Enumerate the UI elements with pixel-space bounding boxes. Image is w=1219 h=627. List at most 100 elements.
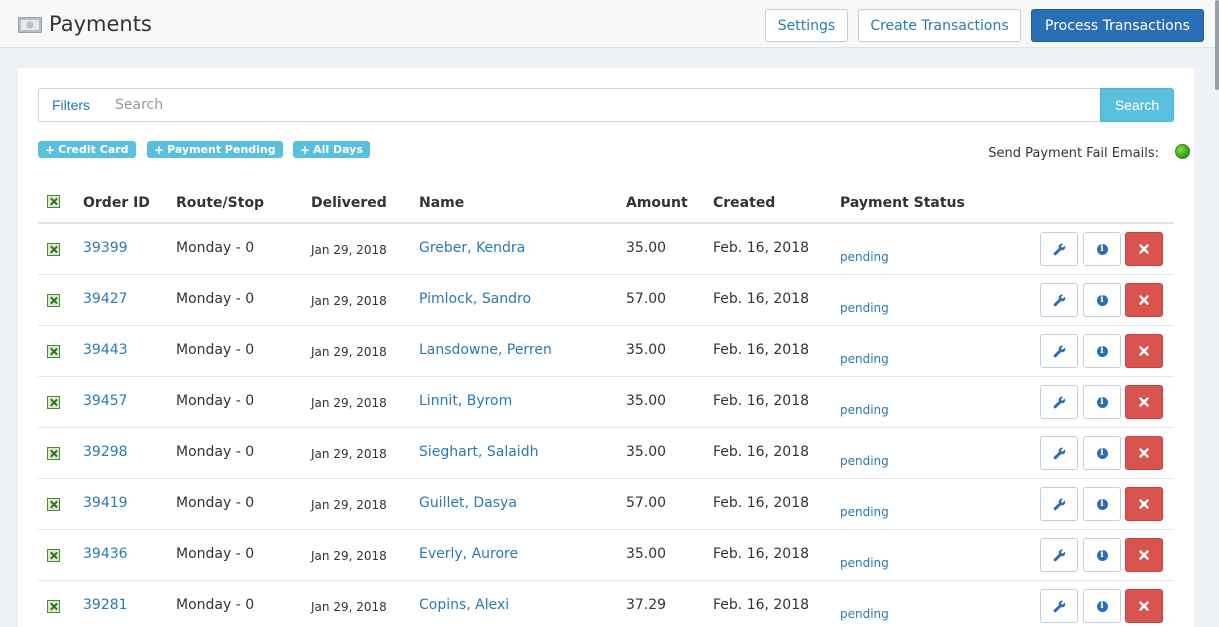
order-id-link[interactable]: 39427 [83,291,128,307]
info-icon: i [1096,243,1108,255]
customer-name-link[interactable]: Lansdowne, Perren [419,342,552,358]
delete-button[interactable] [1125,589,1163,623]
info-button[interactable]: i [1083,589,1121,623]
info-icon: i [1096,396,1108,408]
route-stop: Monday - 0 [176,546,255,562]
info-button[interactable]: i [1083,232,1121,266]
order-id-link[interactable]: 39457 [83,393,128,409]
edit-button[interactable] [1040,232,1078,266]
row-checkbox[interactable] [47,600,60,613]
column-header-payment-status[interactable]: Payment Status [840,195,965,211]
payment-status: pending [840,250,889,264]
edit-button[interactable] [1040,538,1078,572]
info-button[interactable]: i [1083,538,1121,572]
table-row: 39399 Monday - 0 Jan 29, 2018 Greber, Ke… [38,224,1174,275]
edit-button[interactable] [1040,589,1078,623]
table-row: 39419 Monday - 0 Jan 29, 2018 Guillet, D… [38,479,1174,530]
column-header-name[interactable]: Name [419,195,464,211]
order-id-link[interactable]: 39298 [83,444,128,460]
customer-name-link[interactable]: Everly, Aurore [419,546,518,562]
filters-button[interactable]: Filters [38,88,104,122]
order-id-link[interactable]: 39399 [83,240,128,256]
payment-status: pending [840,556,889,570]
wrench-icon [1053,345,1065,357]
search-button[interactable]: Search [1100,88,1174,122]
customer-name-link[interactable]: Linnit, Byrom [419,393,512,409]
info-button[interactable]: i [1083,283,1121,317]
delivered-date: Jan 29, 2018 [311,294,387,308]
column-header-route-stop[interactable]: Route/Stop [176,195,264,211]
wrench-icon [1053,447,1065,459]
delivered-date: Jan 29, 2018 [311,447,387,461]
order-id-link[interactable]: 39419 [83,495,128,511]
info-button[interactable]: i [1083,334,1121,368]
search-input[interactable] [103,88,1101,122]
created-date: Feb. 16, 2018 [713,444,810,460]
table-row: 39427 Monday - 0 Jan 29, 2018 Pimlock, S… [38,275,1174,326]
checkbox-icon [47,600,60,613]
checkbox-icon [47,345,60,358]
process-transactions-button[interactable]: Process Transactions [1031,9,1204,42]
order-id-link[interactable]: 39281 [83,597,128,613]
edit-button[interactable] [1040,487,1078,521]
info-button[interactable]: i [1083,436,1121,470]
info-button[interactable]: i [1083,385,1121,419]
edit-button[interactable] [1040,436,1078,470]
wrench-icon [1053,549,1065,561]
row-checkbox[interactable] [47,498,60,511]
filter-tag-payment-pending[interactable]: + Payment Pending [147,141,283,158]
delete-button[interactable] [1125,283,1163,317]
column-header-delivered[interactable]: Delivered [311,195,387,211]
filter-tag-all-days[interactable]: + All Days [293,141,370,158]
delete-icon [1139,499,1149,509]
created-date: Feb. 16, 2018 [713,291,810,307]
delivered-date: Jan 29, 2018 [311,345,387,359]
customer-name-link[interactable]: Copins, Alexi [419,597,509,613]
row-checkbox[interactable] [47,345,60,358]
info-button[interactable]: i [1083,487,1121,521]
row-checkbox[interactable] [47,396,60,409]
settings-button[interactable]: Settings [765,9,848,42]
customer-name-link[interactable]: Sieghart, Salaidh [419,444,538,460]
page-scrollbar[interactable] [1215,0,1219,90]
delete-button[interactable] [1125,334,1163,368]
amount: 35.00 [626,342,667,358]
checkbox-icon [47,549,60,562]
create-transactions-button[interactable]: Create Transactions [858,9,1021,42]
created-date: Feb. 16, 2018 [713,495,810,511]
delete-button[interactable] [1125,232,1163,266]
amount: 35.00 [626,393,667,409]
row-checkbox[interactable] [47,243,60,256]
delete-icon [1139,346,1149,356]
filter-tag-credit-card[interactable]: + Credit Card [38,141,136,158]
edit-button[interactable] [1040,334,1078,368]
column-header-amount[interactable]: Amount [626,195,688,211]
created-date: Feb. 16, 2018 [713,597,810,613]
row-checkbox[interactable] [47,549,60,562]
table-row: 39436 Monday - 0 Jan 29, 2018 Everly, Au… [38,530,1174,581]
customer-name-link[interactable]: Pimlock, Sandro [419,291,531,307]
select-all-checkbox[interactable] [47,195,60,208]
row-checkbox[interactable] [47,294,60,307]
wrench-icon [1053,600,1065,612]
status-dot-icon[interactable] [1175,144,1190,159]
delete-button[interactable] [1125,385,1163,419]
created-date: Feb. 16, 2018 [713,342,810,358]
edit-button[interactable] [1040,283,1078,317]
customer-name-link[interactable]: Greber, Kendra [419,240,525,256]
order-id-link[interactable]: 39436 [83,546,128,562]
row-checkbox[interactable] [47,447,60,460]
customer-name-link[interactable]: Guillet, Dasya [419,495,517,511]
delete-icon [1139,601,1149,611]
delete-button[interactable] [1125,487,1163,521]
column-header-created[interactable]: Created [713,195,775,211]
delete-button[interactable] [1125,538,1163,572]
payments-table: Order ID Route/Stop Delivered Name Amoun… [38,183,1174,627]
amount: 35.00 [626,546,667,562]
order-id-link[interactable]: 39443 [83,342,128,358]
column-header-order-id[interactable]: Order ID [83,195,150,211]
checkbox-icon [47,195,60,208]
info-icon: i [1096,549,1108,561]
edit-button[interactable] [1040,385,1078,419]
delete-button[interactable] [1125,436,1163,470]
